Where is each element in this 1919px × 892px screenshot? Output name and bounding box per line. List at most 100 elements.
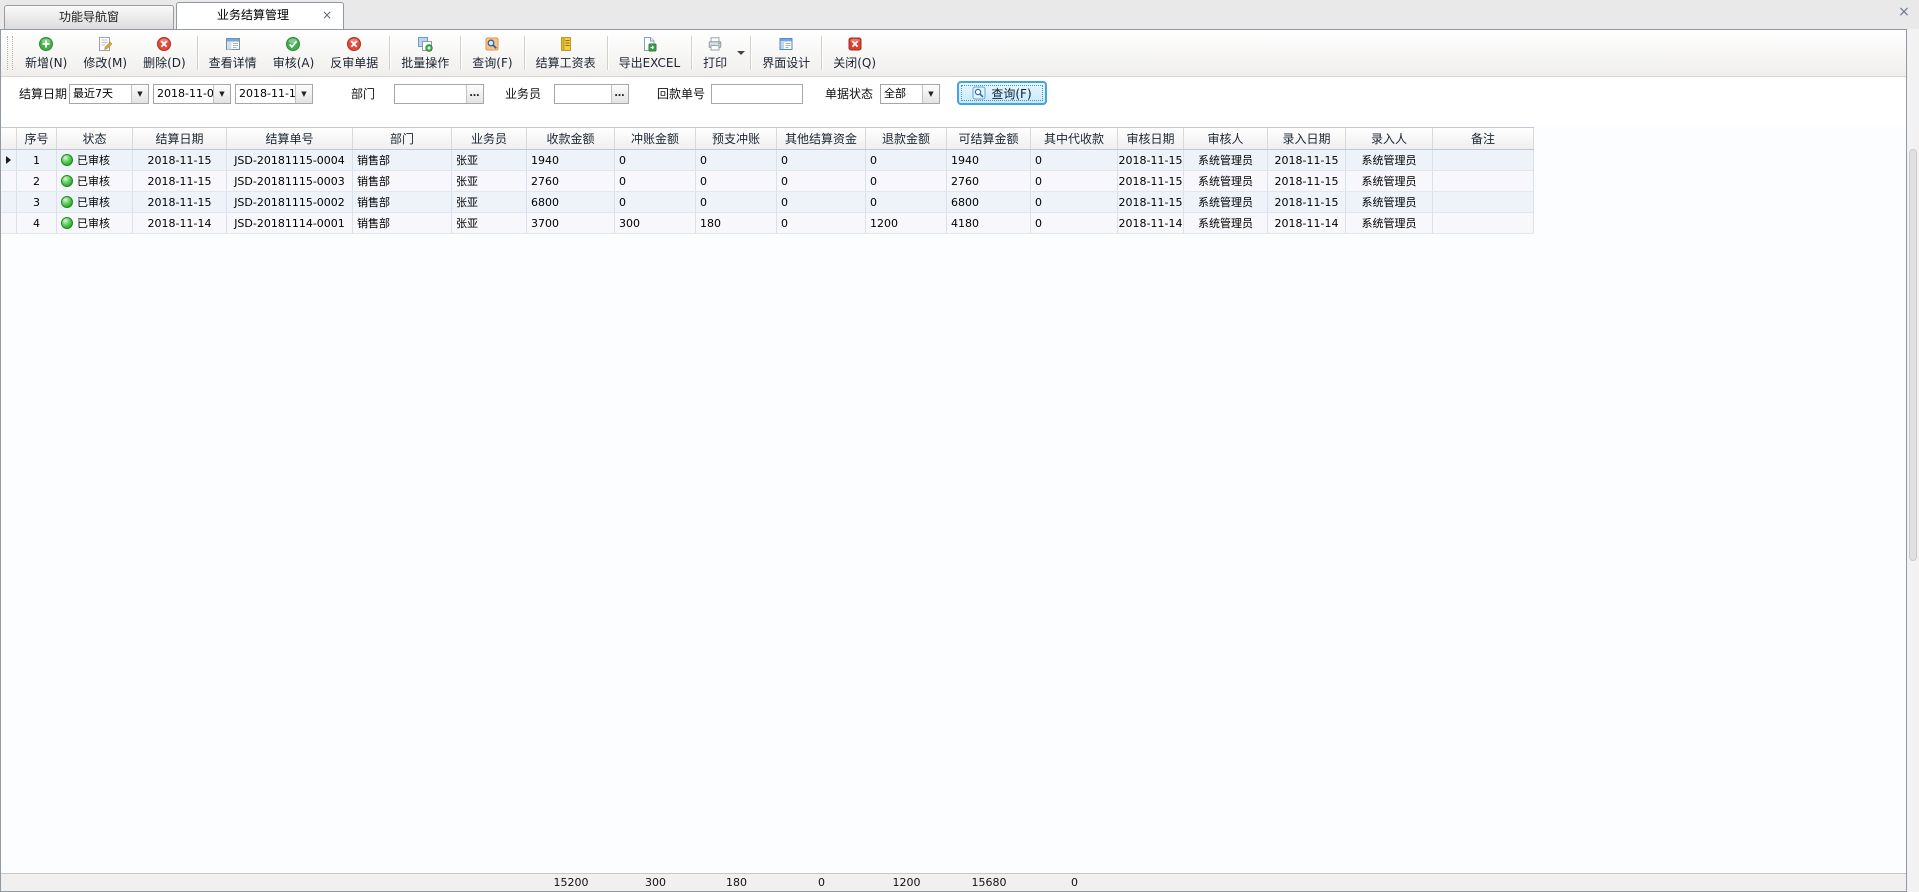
grid-cell-agency_collect[interactable]: 0 [1031,213,1118,233]
grid-header-other_settle_funds[interactable]: 其他结算资金 [777,128,866,149]
grid-cell-remark[interactable] [1433,150,1534,170]
grid-cell-status[interactable]: 已审核 [57,213,133,233]
toolbar-button-view-detail[interactable]: 查看详情 [201,30,265,76]
grid-cell-seq[interactable]: 4 [17,213,57,233]
dept-ellipsis-button[interactable]: … [466,85,483,103]
grid-cell-dept[interactable]: 销售部 [353,171,452,191]
grid-header-remark[interactable]: 备注 [1433,128,1534,149]
salesman-input[interactable] [555,85,611,103]
grid-cell-settle_date[interactable]: 2018-11-15 [133,171,227,191]
grid-cell-status[interactable]: 已审核 [57,192,133,212]
grid-cell-doc_no[interactable]: JSD-20181114-0001 [227,213,353,233]
grid-cell-entry_by[interactable]: 系统管理员 [1346,150,1433,170]
toolbar-button-delete[interactable]: 删除(D) [135,30,194,76]
salesman-ellipsis-button[interactable]: … [611,85,628,103]
grid-cell-entry_date[interactable]: 2018-11-15 [1268,171,1346,191]
grid-cell-salesman[interactable]: 张亚 [452,192,527,212]
grid-header-audit_date[interactable]: 审核日期 [1118,128,1184,149]
grid-cell-audit_date[interactable]: 2018-11-14 [1118,213,1184,233]
date-range-select[interactable]: 最近7天 ▼ [69,84,149,104]
grid-cell-refund_amount[interactable]: 1200 [866,213,947,233]
grid-cell-receipt_amount[interactable]: 1940 [527,150,615,170]
grid-cell-settleable_amount[interactable]: 2760 [947,171,1031,191]
toolbar-button-approve[interactable]: 审核(A) [265,30,323,76]
grid-cell-settle_date[interactable]: 2018-11-15 [133,192,227,212]
grid-cell-audit_date[interactable]: 2018-11-15 [1118,150,1184,170]
grid-header-offset_amount[interactable]: 冲账金额 [615,128,696,149]
grid-cell-agency_collect[interactable]: 0 [1031,192,1118,212]
grid-cell-receipt_amount[interactable]: 2760 [527,171,615,191]
grid-cell-offset_amount[interactable]: 0 [615,171,696,191]
grid-cell-auditor[interactable]: 系统管理员 [1184,192,1268,212]
tab-close-icon[interactable]: × [320,8,334,22]
grid-header-doc_no[interactable]: 结算单号 [227,128,353,149]
toolbar-button-print[interactable]: 打印 [695,30,735,76]
window-close-icon[interactable]: × [1896,4,1912,20]
grid-cell-remark[interactable] [1433,171,1534,191]
toolbar-button-export-excel[interactable]: 导出EXCEL [611,30,689,76]
grid-cell-receipt_amount[interactable]: 6800 [527,192,615,212]
grid-cell-status[interactable]: 已审核 [57,150,133,170]
grid-cell-entry_by[interactable]: 系统管理员 [1346,171,1433,191]
grid-cell-offset_amount[interactable]: 0 [615,192,696,212]
grid-cell-remark[interactable] [1433,192,1534,212]
grid-cell-salesman[interactable]: 张亚 [452,171,527,191]
scrollbar-thumb[interactable] [1909,149,1917,561]
grid-cell-entry_by[interactable]: 系统管理员 [1346,192,1433,212]
grid-cell-agency_collect[interactable]: 0 [1031,150,1118,170]
grid-cell-other_settle_funds[interactable]: 0 [777,150,866,170]
grid-cell-seq[interactable]: 1 [17,150,57,170]
grid-cell-receipt_amount[interactable]: 3700 [527,213,615,233]
grid-header-seq[interactable]: 序号 [17,128,57,149]
grid-cell-dept[interactable]: 销售部 [353,150,452,170]
grid-header-advance_offset[interactable]: 预支冲账 [696,128,777,149]
grid-cell-salesman[interactable]: 张亚 [452,213,527,233]
grid-header-settle_date[interactable]: 结算日期 [133,128,227,149]
grid-cell-offset_amount[interactable]: 300 [615,213,696,233]
grid-header-dept[interactable]: 部门 [353,128,452,149]
grid-cell-settle_date[interactable]: 2018-11-14 [133,213,227,233]
grid-cell-settleable_amount[interactable]: 6800 [947,192,1031,212]
grid-cell-dept[interactable]: 销售部 [353,213,452,233]
grid-cell-auditor[interactable]: 系统管理员 [1184,150,1268,170]
grid-cell-audit_date[interactable]: 2018-11-15 [1118,171,1184,191]
grid-cell-dept[interactable]: 销售部 [353,192,452,212]
grid-cell-doc_no[interactable]: JSD-20181115-0004 [227,150,353,170]
chevron-down-icon[interactable]: ▼ [213,85,230,103]
grid-header-entry_by[interactable]: 录入人 [1346,128,1433,149]
doc-status-select[interactable]: 全部 ▼ [880,84,940,104]
grid-header-settleable_amount[interactable]: 可结算金额 [947,128,1031,149]
grid-cell-entry_date[interactable]: 2018-11-14 [1268,213,1346,233]
grid-row[interactable]: 2已审核2018-11-15JSD-20181115-0003销售部张亚2760… [1,171,1534,192]
grid-cell-other_settle_funds[interactable]: 0 [777,213,866,233]
grid-cell-refund_amount[interactable]: 0 [866,150,947,170]
query-button[interactable]: 查询(F) [957,81,1047,105]
grid-cell-salesman[interactable]: 张亚 [452,150,527,170]
chevron-down-icon[interactable]: ▼ [295,85,312,103]
toolbar-button-close[interactable]: 关闭(Q) [825,30,884,76]
grid-row[interactable]: 3已审核2018-11-15JSD-20181115-0002销售部张亚6800… [1,192,1534,213]
grid-cell-remark[interactable] [1433,213,1534,233]
grid-cell-refund_amount[interactable]: 0 [866,192,947,212]
grid-cell-seq[interactable]: 2 [17,171,57,191]
toolbar-button-ui-design[interactable]: 界面设计 [754,30,818,76]
grid-cell-settleable_amount[interactable]: 4180 [947,213,1031,233]
grid-cell-agency_collect[interactable]: 0 [1031,171,1118,191]
grid-cell-doc_no[interactable]: JSD-20181115-0003 [227,171,353,191]
grid-header-status[interactable]: 状态 [57,128,133,149]
grid-cell-status[interactable]: 已审核 [57,171,133,191]
toolbar-button-unapprove[interactable]: 反审单据 [322,30,386,76]
grid-cell-advance_offset[interactable]: 180 [696,213,777,233]
grid-cell-settle_date[interactable]: 2018-11-15 [133,150,227,170]
grid-header-entry_date[interactable]: 录入日期 [1268,128,1346,149]
grid-cell-auditor[interactable]: 系统管理员 [1184,171,1268,191]
toolbar-button-add[interactable]: 新增(N) [17,30,75,76]
grid-cell-offset_amount[interactable]: 0 [615,150,696,170]
toolbar-button-batch[interactable]: 批量操作 [393,30,457,76]
grid-header-refund_amount[interactable]: 退款金额 [866,128,947,149]
toolbar-grip-handle[interactable] [7,36,13,70]
grid-cell-advance_offset[interactable]: 0 [696,192,777,212]
tab-function-navigation[interactable]: 功能导航窗 [4,5,174,29]
receipt-no-input[interactable] [712,85,802,103]
grid-cell-audit_date[interactable]: 2018-11-15 [1118,192,1184,212]
